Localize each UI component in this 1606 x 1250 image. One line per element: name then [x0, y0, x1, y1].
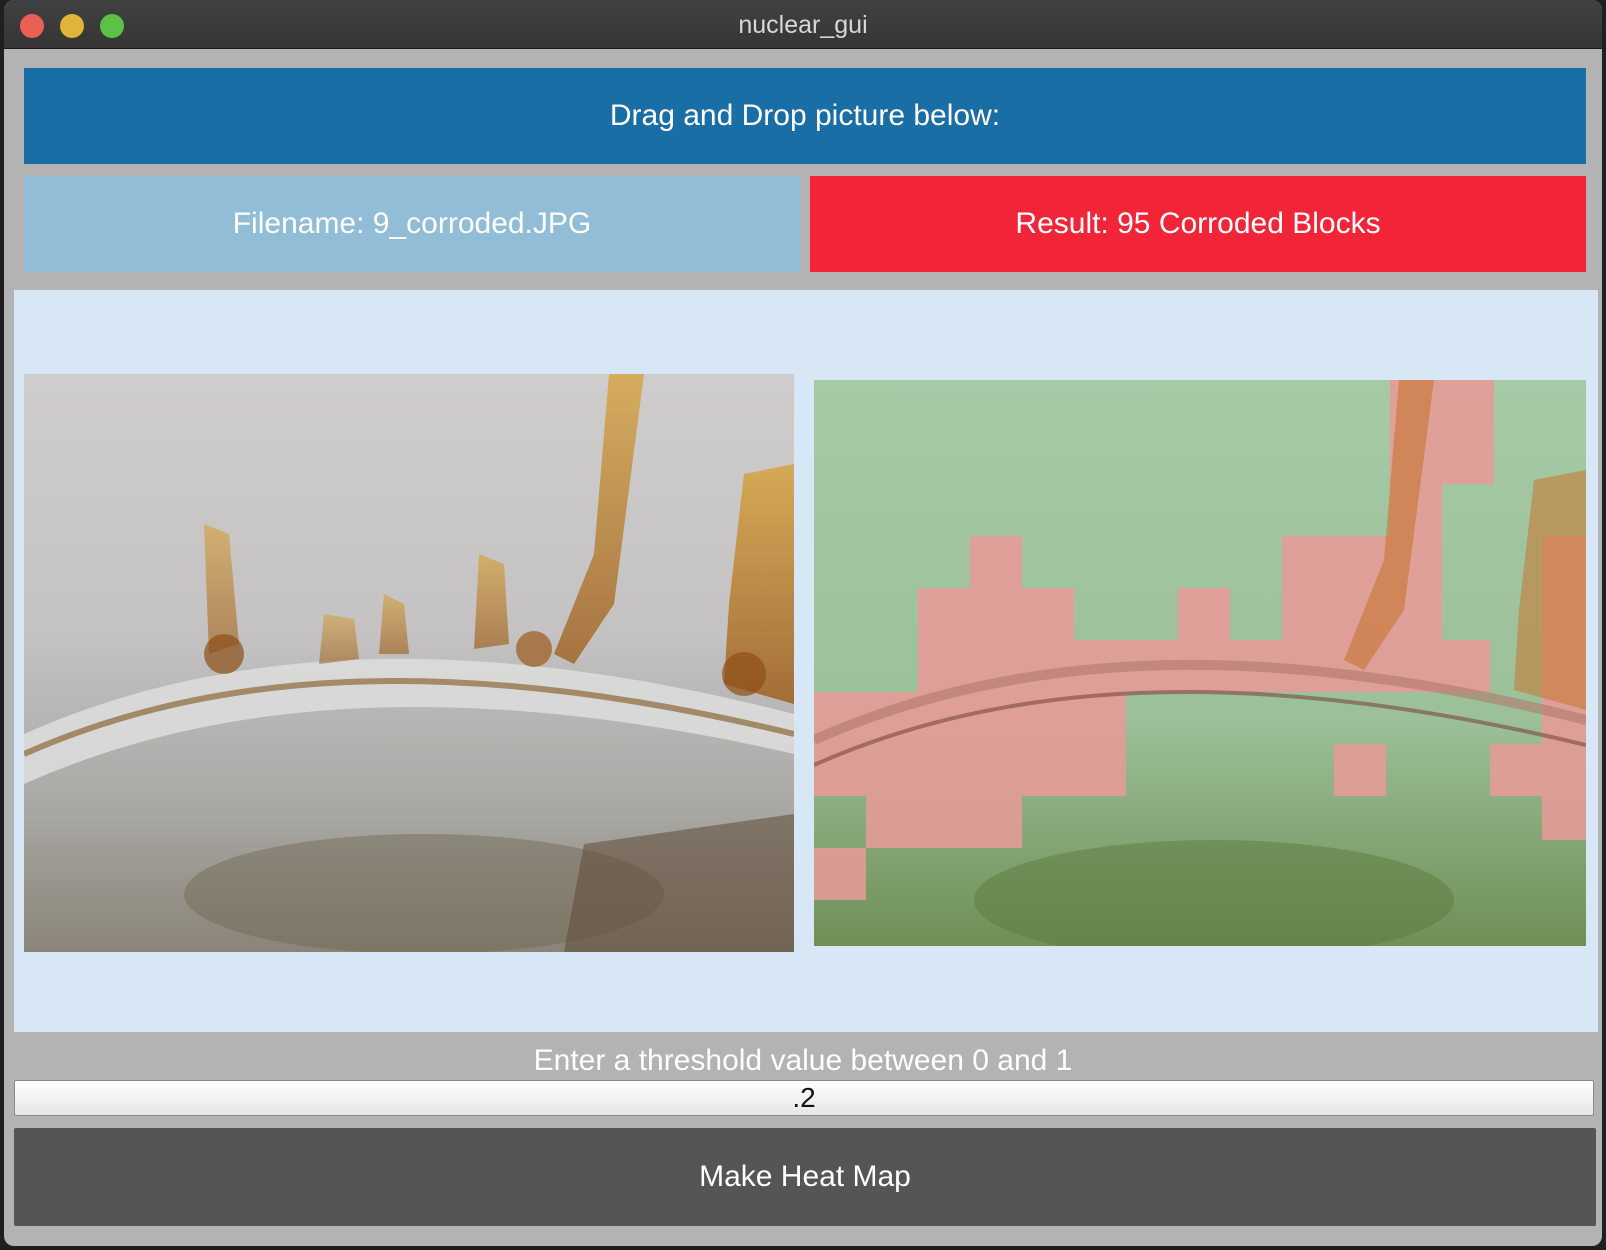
heat-map-image: [814, 380, 1586, 946]
result-label: Result: 95 Corroded Blocks: [810, 176, 1586, 272]
window-title: nuclear_gui: [738, 11, 868, 39]
make-heat-map-button[interactable]: Make Heat Map: [14, 1128, 1596, 1226]
threshold-prompt: Enter a threshold value between 0 and 1: [533, 1044, 1073, 1077]
original-image: [24, 374, 794, 952]
app-window: nuclear_gui Drag and Drop picture below:…: [4, 0, 1602, 1246]
drop-zone[interactable]: [14, 290, 1598, 1032]
title-bar[interactable]: nuclear_gui: [4, 0, 1602, 49]
threshold-input[interactable]: [14, 1080, 1594, 1116]
drop-instruction-banner: Drag and Drop picture below:: [24, 68, 1586, 164]
filename-label: Filename: 9_corroded.JPG: [24, 176, 800, 272]
